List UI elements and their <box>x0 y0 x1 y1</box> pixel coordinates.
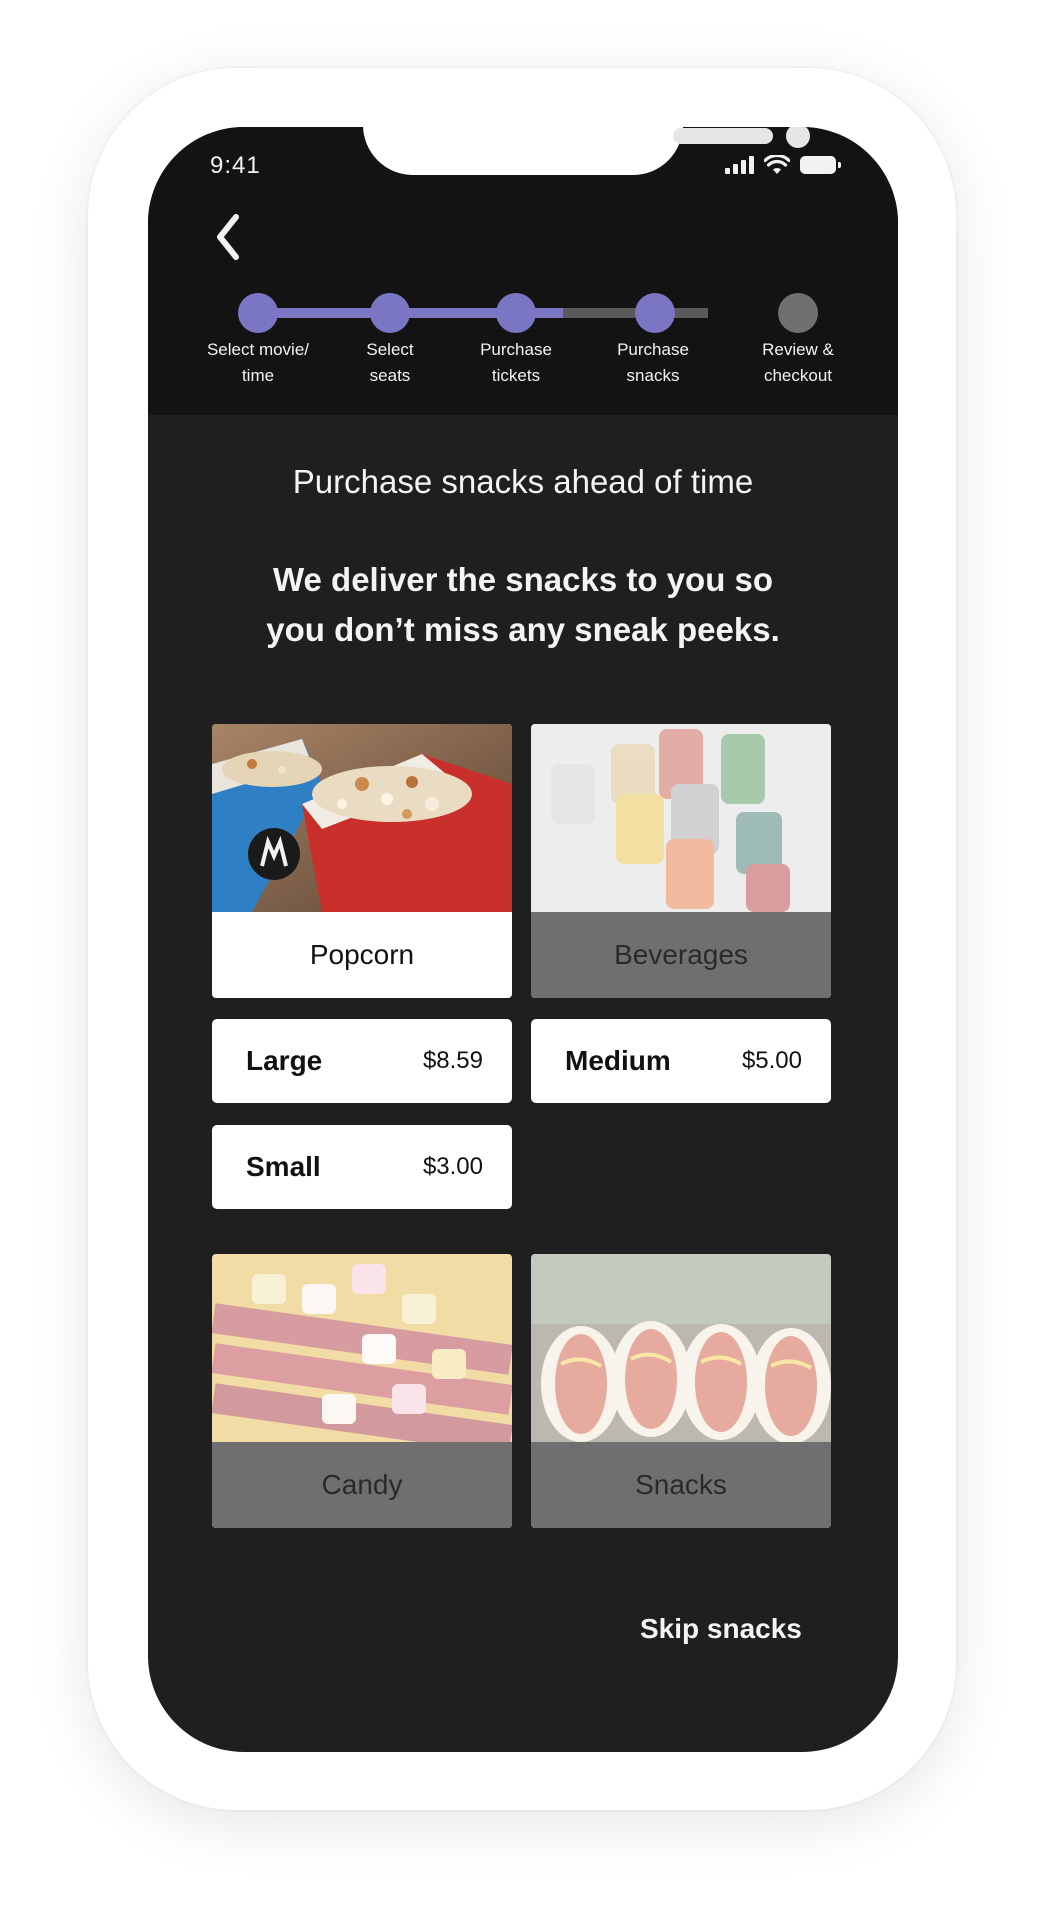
status-icons <box>725 155 841 175</box>
progress-step-dot <box>496 293 536 333</box>
option-size: Small <box>246 1151 321 1182</box>
category-label: Candy <box>212 1442 512 1528</box>
size-option-small[interactable]: Small $3.00 <box>212 1125 512 1209</box>
category-card-beverages[interactable]: Beverages <box>531 724 831 998</box>
step-label-review-checkout: Review & checkout <box>762 340 834 385</box>
progress-step-dot-current <box>635 293 675 333</box>
size-option-medium[interactable]: Medium $5.00 <box>531 1019 831 1103</box>
wifi-icon <box>764 155 790 174</box>
back-button[interactable] <box>200 207 260 267</box>
option-price: $8.59 <box>422 1047 483 1074</box>
category-label: Popcorn <box>309 939 415 970</box>
step-label-select-seats: Select seats <box>366 340 414 385</box>
popcorn-image <box>212 724 512 912</box>
progress-step-dot <box>238 293 278 333</box>
speaker-grille <box>673 128 773 144</box>
candy-image <box>212 1254 512 1442</box>
category-label: Snacks <box>531 1442 831 1528</box>
option-size: Medium <box>565 1045 671 1076</box>
skip-snacks-button[interactable]: Skip snacks <box>640 1613 802 1645</box>
camera-icon <box>786 127 810 148</box>
status-time: 9:41 <box>210 152 261 179</box>
beverages-image <box>531 724 831 912</box>
signal-icon <box>725 156 754 174</box>
progress-step-dot <box>370 293 410 333</box>
battery-icon <box>800 156 841 174</box>
category-card-snacks[interactable]: Snacks <box>531 1254 831 1528</box>
snacks-image <box>531 1254 831 1442</box>
header: 9:41 Select movie/ time Select seats Pur… <box>148 127 898 415</box>
checkout-progress: Select movie/ time Select seats Purchase… <box>148 287 898 397</box>
page-title: Purchase snacks ahead of time <box>292 463 754 500</box>
category-card-candy[interactable]: Candy <box>212 1254 512 1528</box>
progress-step-dot <box>778 293 818 333</box>
option-price: $5.00 <box>741 1047 802 1074</box>
step-label-purchase-snacks: Purchase snacks <box>617 340 689 385</box>
option-size: Large <box>246 1045 323 1076</box>
app-screen: 9:41 Select movie/ time Select seats Pur… <box>148 127 898 1752</box>
step-label-select-movie: Select movie/ time <box>206 340 310 385</box>
option-price: $3.00 <box>422 1153 483 1180</box>
page-subtitle: We deliver the snacks to you so you don’… <box>266 561 780 648</box>
chevron-left-icon <box>217 214 239 260</box>
category-card-popcorn[interactable]: Popcorn <box>212 724 512 998</box>
step-label-purchase-tickets: Purchase tickets <box>480 340 552 385</box>
size-option-large[interactable]: Large $8.59 <box>212 1019 512 1103</box>
device-notch <box>363 127 810 175</box>
category-label: Beverages <box>531 912 831 998</box>
